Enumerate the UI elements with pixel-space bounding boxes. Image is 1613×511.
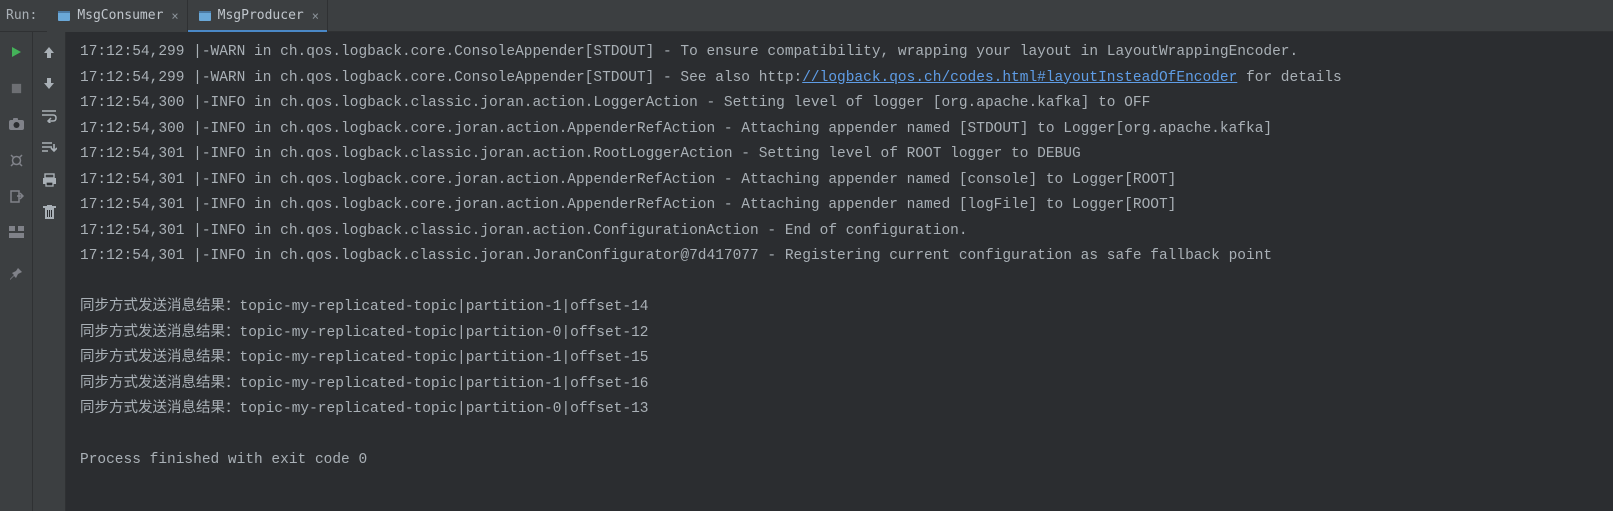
console-line: 17:12:54,299 |-WARN in ch.qos.logback.co… <box>80 40 1605 66</box>
console-text: for details <box>1237 70 1341 86</box>
debug-attach-icon[interactable] <box>6 150 26 170</box>
close-icon[interactable]: × <box>312 9 319 23</box>
console-line: 17:12:54,300 |-INFO in ch.qos.logback.cl… <box>80 91 1605 117</box>
tab-label: MsgConsumer <box>77 8 163 23</box>
left-toolbar <box>0 32 33 511</box>
print-icon[interactable] <box>39 170 59 190</box>
pin-icon[interactable] <box>6 264 26 284</box>
run-toolbar: Run: MsgConsumer × MsgProducer × <box>0 0 1613 32</box>
stop-icon[interactable] <box>6 78 26 98</box>
console-line: 同步方式发送消息结果：topic-my-replicated-topic|par… <box>80 372 1605 398</box>
console-line: 17:12:54,301 |-INFO in ch.qos.logback.co… <box>80 168 1605 194</box>
trash-icon[interactable] <box>39 202 59 222</box>
console-line: Process finished with exit code 0 <box>80 448 1605 474</box>
console-toolbar <box>33 32 66 511</box>
console-line: 17:12:54,301 |-INFO in ch.qos.logback.cl… <box>80 142 1605 168</box>
console-line: 17:12:54,301 |-INFO in ch.qos.logback.cl… <box>80 244 1605 270</box>
run-config-icon <box>57 9 71 23</box>
soft-wrap-icon[interactable] <box>39 106 59 126</box>
console-text: 17:12:54,299 |-WARN in ch.qos.logback.co… <box>80 70 802 86</box>
scroll-to-end-icon[interactable] <box>39 138 59 158</box>
console-line: 17:12:54,301 |-INFO in ch.qos.logback.co… <box>80 193 1605 219</box>
tab-label: MsgProducer <box>218 8 304 23</box>
camera-icon[interactable] <box>6 114 26 134</box>
close-icon[interactable]: × <box>171 9 178 23</box>
console-line: 同步方式发送消息结果：topic-my-replicated-topic|par… <box>80 295 1605 321</box>
console-line: 17:12:54,299 |-WARN in ch.qos.logback.co… <box>80 66 1605 92</box>
rerun-icon[interactable] <box>6 42 26 62</box>
arrow-down-icon[interactable] <box>39 74 59 94</box>
exit-icon[interactable] <box>6 186 26 206</box>
console-link[interactable]: //logback.qos.ch/codes.html#layoutInstea… <box>802 70 1237 86</box>
console-line: 17:12:54,301 |-INFO in ch.qos.logback.cl… <box>80 219 1605 245</box>
console-line: 17:12:54,300 |-INFO in ch.qos.logback.co… <box>80 117 1605 143</box>
arrow-up-icon[interactable] <box>39 42 59 62</box>
layout-settings-icon[interactable] <box>6 222 26 242</box>
console-blank-line <box>80 270 1605 296</box>
console-line: 同步方式发送消息结果：topic-my-replicated-topic|par… <box>80 397 1605 423</box>
run-label: Run: <box>0 8 47 23</box>
tab-msgconsumer[interactable]: MsgConsumer × <box>47 0 187 32</box>
console-line: 同步方式发送消息结果：topic-my-replicated-topic|par… <box>80 321 1605 347</box>
tab-msgproducer[interactable]: MsgProducer × <box>188 0 328 32</box>
console-output[interactable]: 17:12:54,299 |-WARN in ch.qos.logback.co… <box>66 32 1613 511</box>
run-config-icon <box>198 9 212 23</box>
console-line: 同步方式发送消息结果：topic-my-replicated-topic|par… <box>80 346 1605 372</box>
console-blank-line <box>80 423 1605 449</box>
